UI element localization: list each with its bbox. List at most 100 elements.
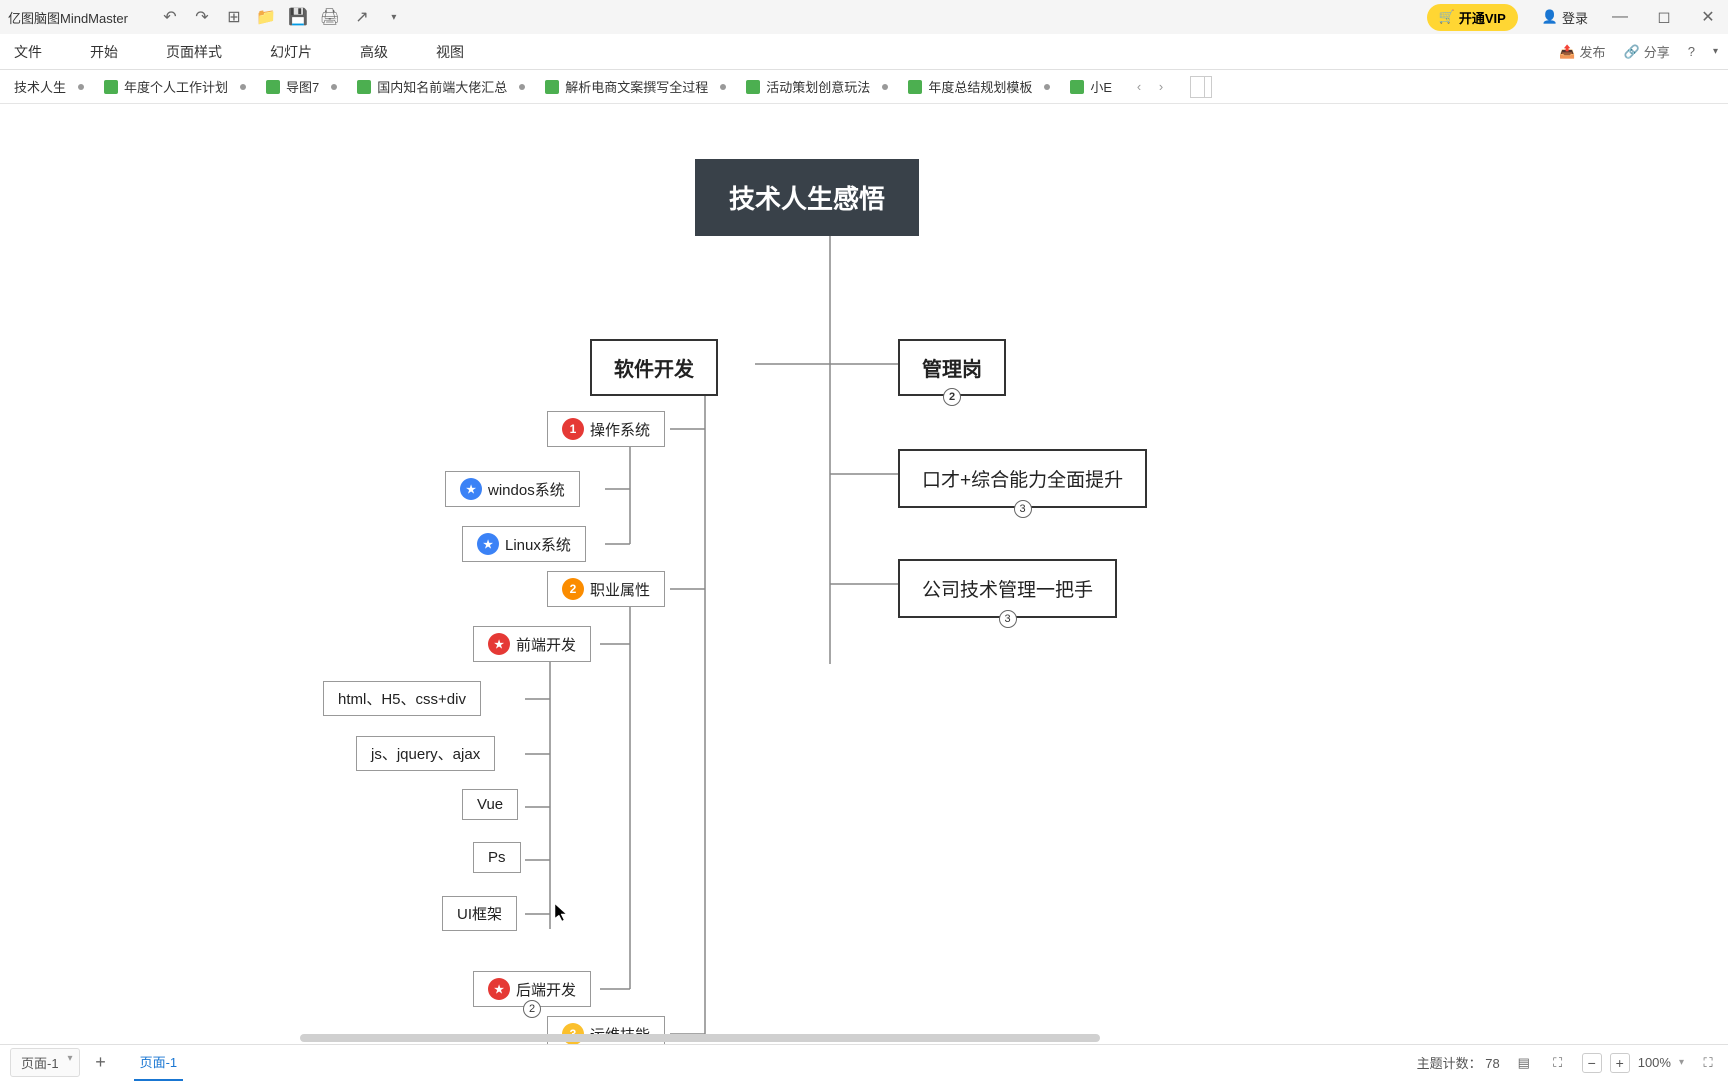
menu-page-style[interactable]: 页面样式 <box>162 36 226 68</box>
tab-1[interactable]: 年度个人工作计划 <box>94 70 256 103</box>
number-1-badge-icon: 1 <box>562 418 584 440</box>
redo-icon[interactable]: ↷ <box>192 7 212 27</box>
tab-0[interactable]: 技术人生 <box>4 70 94 103</box>
doc-icon <box>746 80 760 94</box>
node-ps[interactable]: Ps <box>473 842 521 873</box>
star-badge-icon <box>460 478 482 500</box>
share-icon: 🔗 <box>1624 44 1640 60</box>
menu-right: 📤 发布 🔗 分享 ? ▾ <box>1559 42 1718 61</box>
tab-6[interactable]: 年度总结规划模板 <box>898 70 1060 103</box>
node-tech-lead[interactable]: 公司技术管理一把手 3 <box>898 559 1117 618</box>
save-icon[interactable]: 💾 <box>288 7 308 27</box>
menu-file[interactable]: 文件 <box>10 36 46 68</box>
topic-count-label: 主题计数： 78 <box>1417 1053 1500 1072</box>
count-badge: 3 <box>1014 500 1032 518</box>
tab-7[interactable]: 小E <box>1060 70 1122 103</box>
canvas[interactable]: 技术人生感悟 软件开发 管理岗 2 口才+综合能力全面提升 3 公司技术管理一把… <box>0 104 1728 1044</box>
chevron-down-icon[interactable]: ▾ <box>1713 46 1718 57</box>
node-frontend[interactable]: 前端开发 <box>473 626 591 662</box>
close-icon[interactable]: ✕ <box>1696 5 1720 29</box>
node-vue[interactable]: Vue <box>462 789 518 820</box>
star-badge-icon <box>477 533 499 555</box>
tab-nav: ‹ › <box>1122 78 1178 96</box>
node-career[interactable]: 2 职业属性 <box>547 571 665 607</box>
doc-icon <box>266 80 280 94</box>
zoom-controls: − + 100% ▾ <box>1582 1053 1684 1073</box>
doc-icon <box>1070 80 1084 94</box>
node-js[interactable]: js、jquery、ajax <box>356 736 495 771</box>
title-bar: 亿图脑图MindMaster ↶ ↷ ⊞ 📁 💾 🖨 ↗ ▾ 🛒 开通VIP 👤… <box>0 0 1728 34</box>
tab-4[interactable]: 解析电商文案撰写全过程 <box>535 70 736 103</box>
dropdown-icon[interactable]: ▾ <box>384 7 404 27</box>
tabs-bar: 技术人生 年度个人工作计划 导图7 国内知名前端大佬汇总 解析电商文案撰写全过程… <box>0 70 1728 104</box>
doc-icon <box>908 80 922 94</box>
doc-icon <box>357 80 371 94</box>
undo-icon[interactable]: ↶ <box>160 7 180 27</box>
menu-view[interactable]: 视图 <box>432 36 468 68</box>
node-management[interactable]: 管理岗 2 <box>898 339 1006 396</box>
star-badge-icon <box>488 633 510 655</box>
vip-label: 开通VIP <box>1459 8 1506 27</box>
login-label: 登录 <box>1562 8 1588 27</box>
modified-dot-icon <box>1044 84 1050 90</box>
add-page-button[interactable]: + <box>90 1052 112 1074</box>
number-2-badge-icon: 2 <box>562 578 584 600</box>
modified-dot-icon <box>240 84 246 90</box>
mindmap-root[interactable]: 技术人生感悟 <box>695 159 919 236</box>
vip-button[interactable]: 🛒 开通VIP <box>1427 4 1518 31</box>
modified-dot-icon <box>331 84 337 90</box>
modified-dot-icon <box>720 84 726 90</box>
node-html[interactable]: html、H5、css+div <box>323 681 481 716</box>
maximize-icon[interactable]: ◻ <box>1652 5 1676 29</box>
modified-dot-icon <box>519 84 525 90</box>
user-icon: 👤 <box>1542 9 1558 25</box>
panel-toggle-icon[interactable] <box>1190 76 1212 98</box>
cart-icon: 🛒 <box>1439 9 1455 25</box>
zoom-out-button[interactable]: − <box>1582 1053 1602 1073</box>
help-icon[interactable]: ? <box>1688 44 1695 59</box>
tab-3[interactable]: 国内知名前端大佬汇总 <box>347 70 535 103</box>
fit-icon[interactable]: ⛶ <box>1548 1053 1568 1073</box>
minimize-icon[interactable]: — <box>1608 5 1632 29</box>
page-tab[interactable]: 页面-1 <box>134 1044 184 1081</box>
print-icon[interactable]: 🖨 <box>320 7 340 27</box>
menu-bar: 文件 开始 页面样式 幻灯片 高级 视图 📤 发布 🔗 分享 ? ▾ <box>0 34 1728 70</box>
node-backend[interactable]: 后端开发 2 <box>473 971 591 1007</box>
open-folder-icon[interactable]: 📁 <box>256 7 276 27</box>
outline-icon[interactable]: ▤ <box>1514 1053 1534 1073</box>
new-file-icon[interactable]: ⊞ <box>224 7 244 27</box>
menu-advanced[interactable]: 高级 <box>356 36 392 68</box>
fullscreen-icon[interactable]: ⛶ <box>1698 1053 1718 1073</box>
doc-icon <box>545 80 559 94</box>
tab-2[interactable]: 导图7 <box>256 70 347 103</box>
send-icon: 📤 <box>1559 44 1575 60</box>
node-eloquence[interactable]: 口才+综合能力全面提升 3 <box>898 449 1147 508</box>
export-icon[interactable]: ↗ <box>352 7 372 27</box>
status-right: 主题计数： 78 ▤ ⛶ − + 100% ▾ ⛶ <box>1417 1053 1718 1073</box>
menu-slides[interactable]: 幻灯片 <box>266 36 316 68</box>
node-windows[interactable]: windos系统 <box>445 471 580 507</box>
node-os[interactable]: 1 操作系统 <box>547 411 665 447</box>
publish-button[interactable]: 📤 发布 <box>1559 42 1605 61</box>
tab-prev-icon[interactable]: ‹ <box>1130 78 1148 96</box>
node-linux[interactable]: Linux系统 <box>462 526 586 562</box>
star-badge-icon <box>488 978 510 1000</box>
modified-dot-icon <box>78 84 84 90</box>
page-select[interactable]: 页面-1 <box>10 1048 80 1077</box>
count-badge: 3 <box>999 610 1017 628</box>
menu-start[interactable]: 开始 <box>86 36 122 68</box>
horizontal-scrollbar[interactable] <box>300 1034 1100 1042</box>
zoom-level: 100% <box>1638 1055 1671 1070</box>
tab-5[interactable]: 活动策划创意玩法 <box>736 70 898 103</box>
zoom-in-button[interactable]: + <box>1610 1053 1630 1073</box>
tab-next-icon[interactable]: › <box>1152 78 1170 96</box>
app-title: 亿图脑图MindMaster <box>8 8 128 27</box>
count-badge: 2 <box>523 1000 541 1018</box>
status-bar: 页面-1 + 页面-1 主题计数： 78 ▤ ⛶ − + 100% ▾ ⛶ <box>0 1044 1728 1080</box>
chevron-down-icon[interactable]: ▾ <box>1679 1057 1684 1068</box>
modified-dot-icon <box>882 84 888 90</box>
node-ui-framework[interactable]: UI框架 <box>442 896 517 931</box>
node-software-dev[interactable]: 软件开发 <box>590 339 718 396</box>
login-button[interactable]: 👤 登录 <box>1542 8 1588 27</box>
share-button[interactable]: 🔗 分享 <box>1624 42 1670 61</box>
